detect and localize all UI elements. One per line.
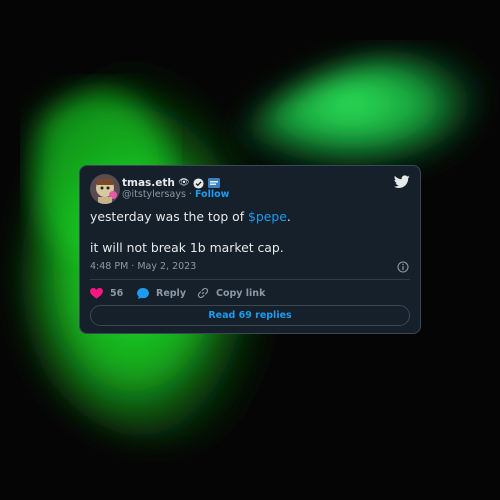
author-name-row: tmas.eth 👁 xyxy=(122,176,220,190)
follow-link[interactable]: Follow xyxy=(195,189,229,200)
tweet-card: tmas.eth 👁 @itstylersays · Follow yester… xyxy=(79,165,421,334)
handle[interactable]: @itstylersays xyxy=(122,189,186,200)
like-button[interactable]: 56 xyxy=(90,287,130,299)
reply-button[interactable]: Reply xyxy=(137,287,197,299)
likes-count: 56 xyxy=(110,287,124,299)
divider xyxy=(90,279,410,280)
handle-row: @itstylersays · Follow xyxy=(122,189,229,200)
copy-link-button[interactable]: Copy link xyxy=(197,287,265,299)
copy-link-label: Copy link xyxy=(216,287,266,299)
verified-badge-icon xyxy=(193,177,205,189)
tweet-text-line2: it will not break 1b market cap. xyxy=(90,240,284,255)
tweet-text-line1: yesterday was the top of $pepe. xyxy=(90,209,291,225)
text-prefix: yesterday was the top of xyxy=(90,209,249,224)
reply-bubble-icon xyxy=(137,287,149,299)
action-bar: 56 Reply Copy link xyxy=(90,286,265,300)
flag-emoji-icon xyxy=(207,177,220,189)
read-replies-button[interactable]: Read 69 replies xyxy=(90,305,410,326)
separator: · xyxy=(188,189,192,200)
heart-icon xyxy=(90,287,103,299)
text-suffix: . xyxy=(286,209,291,224)
eye-emoji-icon: 👁 xyxy=(178,178,190,188)
cashtag-link[interactable]: $pepe xyxy=(248,209,287,224)
reply-label: Reply xyxy=(156,287,187,299)
avatar[interactable] xyxy=(90,174,120,204)
info-icon[interactable] xyxy=(397,261,409,273)
twitter-bird-icon[interactable] xyxy=(394,175,410,189)
display-name[interactable]: tmas.eth xyxy=(122,177,175,189)
link-icon xyxy=(197,287,209,299)
timestamp[interactable]: 4:48 PM · May 2, 2023 xyxy=(90,261,196,272)
